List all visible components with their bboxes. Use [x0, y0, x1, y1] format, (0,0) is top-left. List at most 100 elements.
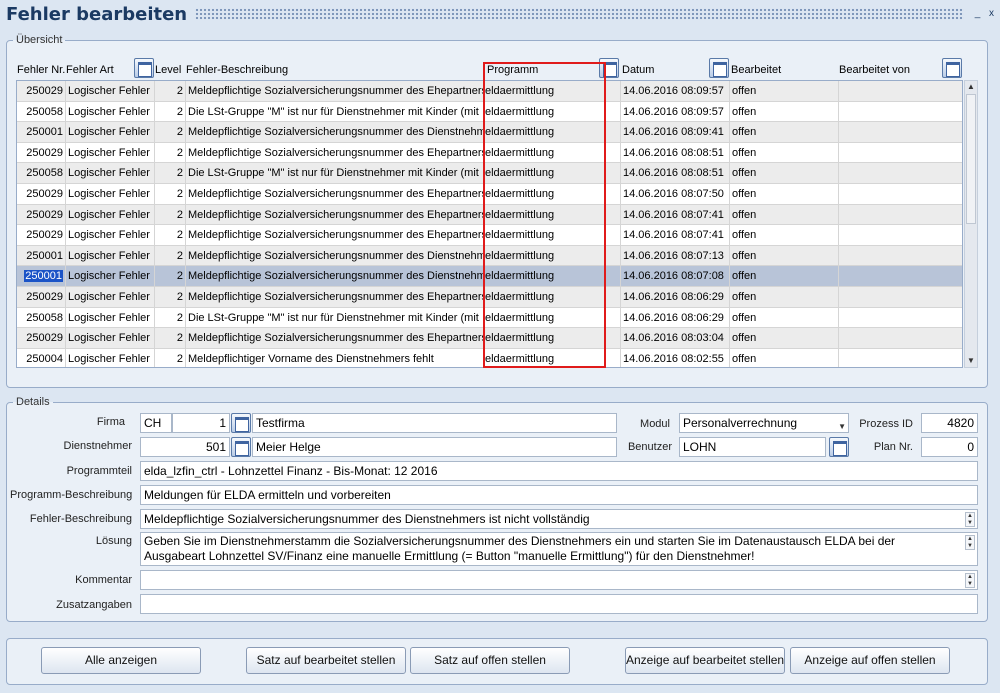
col-header-bearbeitet-von[interactable]: Bearbeitet von [839, 64, 910, 76]
cell-fehler-art-text: Logischer Fehler [68, 146, 150, 159]
table-row[interactable]: 250029 Logischer Fehler 2 Meldepflichtige S… [17, 287, 962, 308]
dienstnehmer-lookup-icon[interactable] [231, 437, 251, 457]
cell-fehler-beschreibung-text: Meldepflichtige Sozialversicherungsnumme… [188, 126, 485, 139]
cell-programm: eldaermittlung [485, 163, 621, 183]
scroll-spinner-icon[interactable]: ▲ ▼ [965, 512, 975, 527]
cell-datum: 14.06.2016 08:07:41 [621, 225, 730, 245]
loesung-field: Geben Sie im Dienstnehmerstamm die Sozia… [140, 532, 978, 566]
table-row[interactable]: 250029 Logischer Fehler 2 Meldepflichtige S… [17, 142, 962, 164]
details-legend: Details [16, 396, 50, 408]
cell-level: 2 [155, 328, 186, 348]
table-row[interactable]: 250029 Logischer Fehler 2 Meldepflichtige S… [17, 81, 962, 102]
table-row[interactable]: 250029 Logischer Fehler 2 Meldepflichtige S… [17, 204, 962, 226]
column-chooser-icon[interactable] [134, 58, 154, 78]
cell-fehler-nr-text: 250029 [26, 229, 63, 242]
scroll-spinner-icon[interactable]: ▲ ▼ [965, 535, 975, 550]
cell-level: 2 [155, 245, 186, 266]
cell-datum: 14.06.2016 08:09:57 [621, 81, 730, 101]
cell-bearbeitet-text: offen [732, 105, 757, 118]
cell-level-text: 2 [176, 352, 183, 365]
cell-fehler-beschreibung-text: Meldepflichtige Sozialversicherungsnumme… [188, 270, 485, 283]
set-open-button[interactable]: Satz auf offen stellen [410, 647, 570, 674]
set-done-button[interactable]: Satz auf bearbeitet stellen [246, 647, 406, 674]
cell-bearbeitet: offen [730, 122, 839, 142]
kommentar-field[interactable]: ▲ ▼ [140, 570, 978, 590]
cell-bearbeitet-text: offen [732, 167, 757, 180]
table-row[interactable]: 250029 Logischer Fehler 2 Meldepflichtige S… [17, 184, 962, 205]
scroll-down-icon[interactable]: ▼ [965, 355, 977, 367]
table-row[interactable]: 250001 Logischer Fehler 2 Meldepflichtige S… [17, 266, 962, 287]
cell-programm-text: eldaermittlung [485, 352, 555, 365]
datum-filter-icon[interactable] [709, 58, 729, 78]
cell-fehler-art: Logischer Fehler [66, 307, 155, 328]
cell-datum: 14.06.2016 08:07:41 [621, 204, 730, 225]
cell-bearbeitet-text: offen [732, 270, 757, 283]
col-header-bearbeitet[interactable]: Bearbeitet [731, 64, 781, 76]
cell-programm: eldaermittlung [485, 348, 621, 367]
cell-programm-text: eldaermittlung [485, 229, 555, 242]
close-icon[interactable]: x [986, 8, 997, 20]
table-row[interactable]: 250029 Logischer Fehler 2 Meldepflichtige S… [17, 328, 962, 349]
cell-datum: 14.06.2016 08:08:51 [621, 163, 730, 183]
col-header-fehler-beschreibung[interactable]: Fehler-Beschreibung [186, 64, 288, 76]
programm-filter-icon[interactable] [599, 58, 619, 78]
scroll-up-icon[interactable]: ▲ [965, 81, 977, 93]
firma-lookup-icon[interactable] [231, 413, 251, 433]
minimize-icon[interactable]: _ [972, 8, 983, 20]
cell-bearbeitet-text: offen [732, 229, 757, 242]
programmteil-field: elda_lzfin_ctrl - Lohnzettel Finanz - Bi… [140, 461, 978, 481]
cell-fehler-art: Logischer Fehler [66, 348, 155, 367]
table-row[interactable]: 250004 Logischer Fehler 2 Meldepflichtiger … [17, 348, 962, 367]
view-open-button[interactable]: Anzeige auf offen stellen [790, 647, 950, 674]
cell-level-text: 2 [176, 311, 183, 324]
cell-fehler-art-text: Logischer Fehler [68, 105, 150, 118]
table-row[interactable]: 250001 Logischer Fehler 2 Meldepflichtige S… [17, 122, 962, 143]
cell-fehler-beschreibung-text: Die LSt-Gruppe "M" ist nur für Dienstneh… [188, 311, 479, 324]
col-header-fehler-nr[interactable]: Fehler Nr. [17, 64, 65, 76]
cell-bearbeitet-von [839, 205, 962, 225]
firma-code-field[interactable]: CH [140, 413, 172, 433]
cell-fehler-beschreibung-text: Meldepflichtige Sozialversicherungsnumme… [188, 229, 485, 242]
table-row[interactable]: 250058 Logischer Fehler 2 Die LSt-Gruppe "M… [17, 307, 962, 329]
cell-datum: 14.06.2016 08:09:57 [621, 101, 730, 122]
modul-select[interactable]: Personalverrechnung ▼ [679, 413, 849, 433]
table-row[interactable]: 250058 Logischer Fehler 2 Die LSt-Gruppe "M… [17, 101, 962, 123]
table-scrollbar[interactable]: ▲ ▼ [964, 80, 978, 368]
col-header-programm[interactable]: Programm [487, 64, 538, 76]
scrollbar-thumb[interactable] [966, 94, 976, 224]
col-header-level[interactable]: Level [155, 64, 181, 76]
cell-bearbeitet-text: offen [732, 126, 757, 139]
bearbeitet-von-filter-icon[interactable] [942, 58, 962, 78]
cell-bearbeitet: offen [730, 328, 839, 348]
show-all-button[interactable]: Alle anzeigen [41, 647, 201, 674]
cell-level-text: 2 [176, 126, 183, 139]
table-row[interactable]: 250029 Logischer Fehler 2 Meldepflichtige S… [17, 225, 962, 246]
cell-fehler-art: Logischer Fehler [66, 122, 155, 142]
cell-fehler-art-text: Logischer Fehler [68, 208, 150, 221]
scroll-spinner-icon[interactable]: ▲ ▼ [965, 573, 975, 588]
cell-programm: eldaermittlung [485, 184, 621, 204]
cell-datum: 14.06.2016 08:02:55 [621, 348, 730, 367]
table-row[interactable]: 250058 Logischer Fehler 2 Die LSt-Gruppe "M… [17, 163, 962, 184]
zusatzangaben-field[interactable] [140, 594, 978, 614]
cell-level: 2 [155, 225, 186, 245]
plan-nr-field[interactable]: 0 [921, 437, 978, 457]
cell-level: 2 [155, 266, 186, 286]
table-row[interactable]: 250001 Logischer Fehler 2 Meldepflichtige S… [17, 245, 962, 267]
dienstnehmer-nr-field[interactable]: 501 [140, 437, 230, 457]
cell-bearbeitet-von [839, 287, 962, 307]
cell-level-text: 2 [176, 291, 183, 303]
cell-fehler-beschreibung: Meldepflichtiger Vorname des Dienstnehme… [186, 348, 485, 367]
col-header-datum[interactable]: Datum [622, 64, 654, 76]
cell-fehler-nr: 250029 [17, 225, 66, 245]
view-done-button[interactable]: Anzeige auf bearbeitet stellen [625, 647, 785, 674]
benutzer-field[interactable]: LOHN [679, 437, 826, 457]
cell-programm-text: eldaermittlung [485, 105, 555, 118]
cell-level: 2 [155, 163, 186, 183]
cell-bearbeitet-text: offen [732, 352, 757, 365]
cell-fehler-beschreibung: Meldepflichtige Sozialversicherungsnumme… [186, 184, 485, 204]
cell-bearbeitet-von [839, 143, 962, 163]
prozess-id-field[interactable]: 4820 [921, 413, 978, 433]
firma-nr-field[interactable]: 1 [172, 413, 230, 433]
col-header-fehler-art[interactable]: Fehler Art [66, 64, 114, 76]
